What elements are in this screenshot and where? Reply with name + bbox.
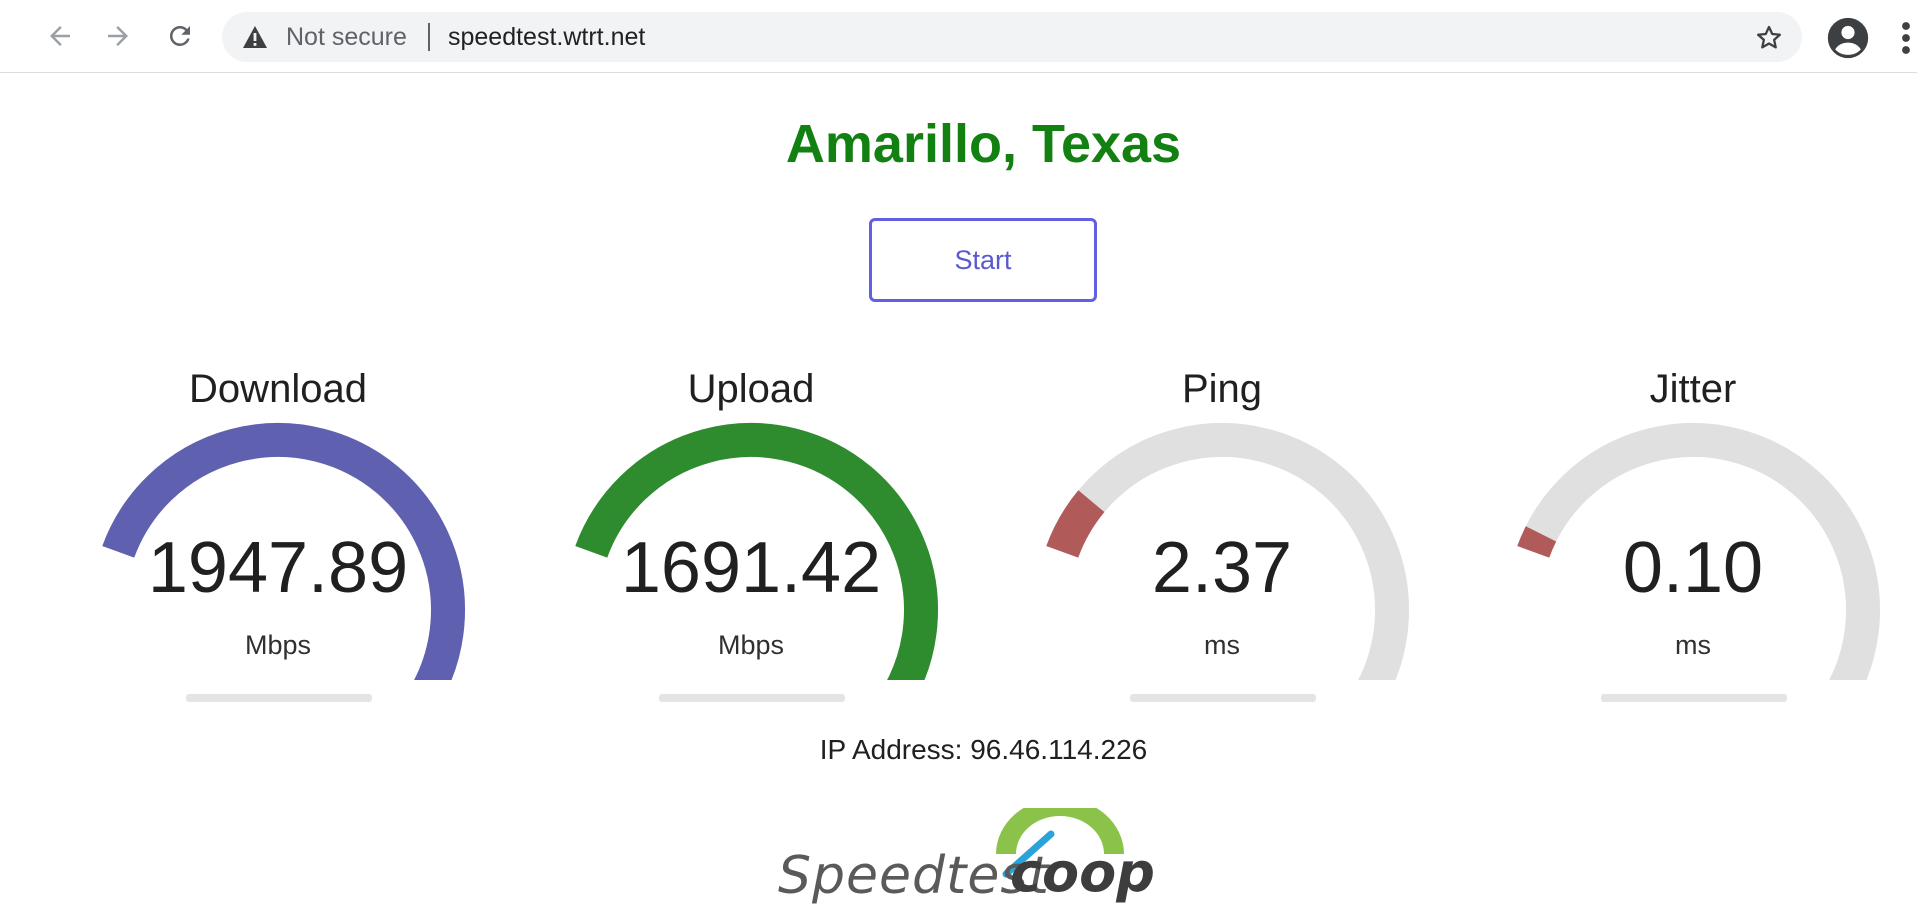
back-arrow-icon xyxy=(50,26,70,46)
star-icon[interactable] xyxy=(1754,23,1784,53)
gauge-unit: ms xyxy=(1204,630,1240,660)
speedtest-coop-logo: Speedtest coop xyxy=(770,808,1200,904)
omnibox-divider xyxy=(428,23,430,51)
warning-icon xyxy=(243,26,267,48)
gauge-unit: Mbps xyxy=(244,630,312,660)
gauge-label: Upload xyxy=(687,367,815,411)
start-button[interactable]: Start xyxy=(869,218,1097,302)
gauge-value: 1691.42 xyxy=(620,528,882,608)
security-status[interactable]: Not secure xyxy=(286,24,407,50)
gauge-progress-bar xyxy=(1601,694,1787,702)
gauge-label: Download xyxy=(189,367,367,411)
gauge-progress-bar xyxy=(659,694,845,702)
gauge-progress-bar xyxy=(1130,694,1316,702)
address-bar[interactable]: Not secure speedtest.wtrt.net xyxy=(222,12,1802,62)
gauge-label: Ping xyxy=(1181,367,1263,411)
gauge-ping: Ping 2.37 ms xyxy=(1012,360,1432,710)
profile-icon[interactable] xyxy=(1826,16,1870,60)
forward-arrow-icon xyxy=(108,26,128,46)
logo-text-coop: coop xyxy=(1010,841,1155,904)
gauge-unit: Mbps xyxy=(717,630,785,660)
gauge-unit: ms xyxy=(1675,630,1711,660)
ip-address: IP Address: 96.46.114.226 xyxy=(819,734,1148,765)
kebab-menu-icon[interactable] xyxy=(1898,20,1914,56)
forward-button[interactable] xyxy=(100,18,136,54)
back-button[interactable] xyxy=(42,18,78,54)
gauge-label: Jitter xyxy=(1649,367,1737,411)
gauge-progress-bar xyxy=(186,694,372,702)
gauge-download: Download 1947.89 Mbps xyxy=(68,360,488,710)
gauge-value: 1947.89 xyxy=(147,528,409,608)
gauge-upload: Upload 1691.42 Mbps xyxy=(541,360,961,710)
url-text[interactable]: speedtest.wtrt.net xyxy=(448,24,645,50)
reload-icon xyxy=(169,25,190,46)
reload-button[interactable] xyxy=(162,18,198,54)
page-title: Amarillo, Texas xyxy=(785,114,1182,174)
browser-toolbar: Not secure speedtest.wtrt.net xyxy=(0,0,1917,73)
gauge-value: 0.10 xyxy=(1622,528,1764,608)
gauge-jitter: Jitter 0.10 ms xyxy=(1483,360,1903,710)
gauge-value: 2.37 xyxy=(1151,528,1293,608)
